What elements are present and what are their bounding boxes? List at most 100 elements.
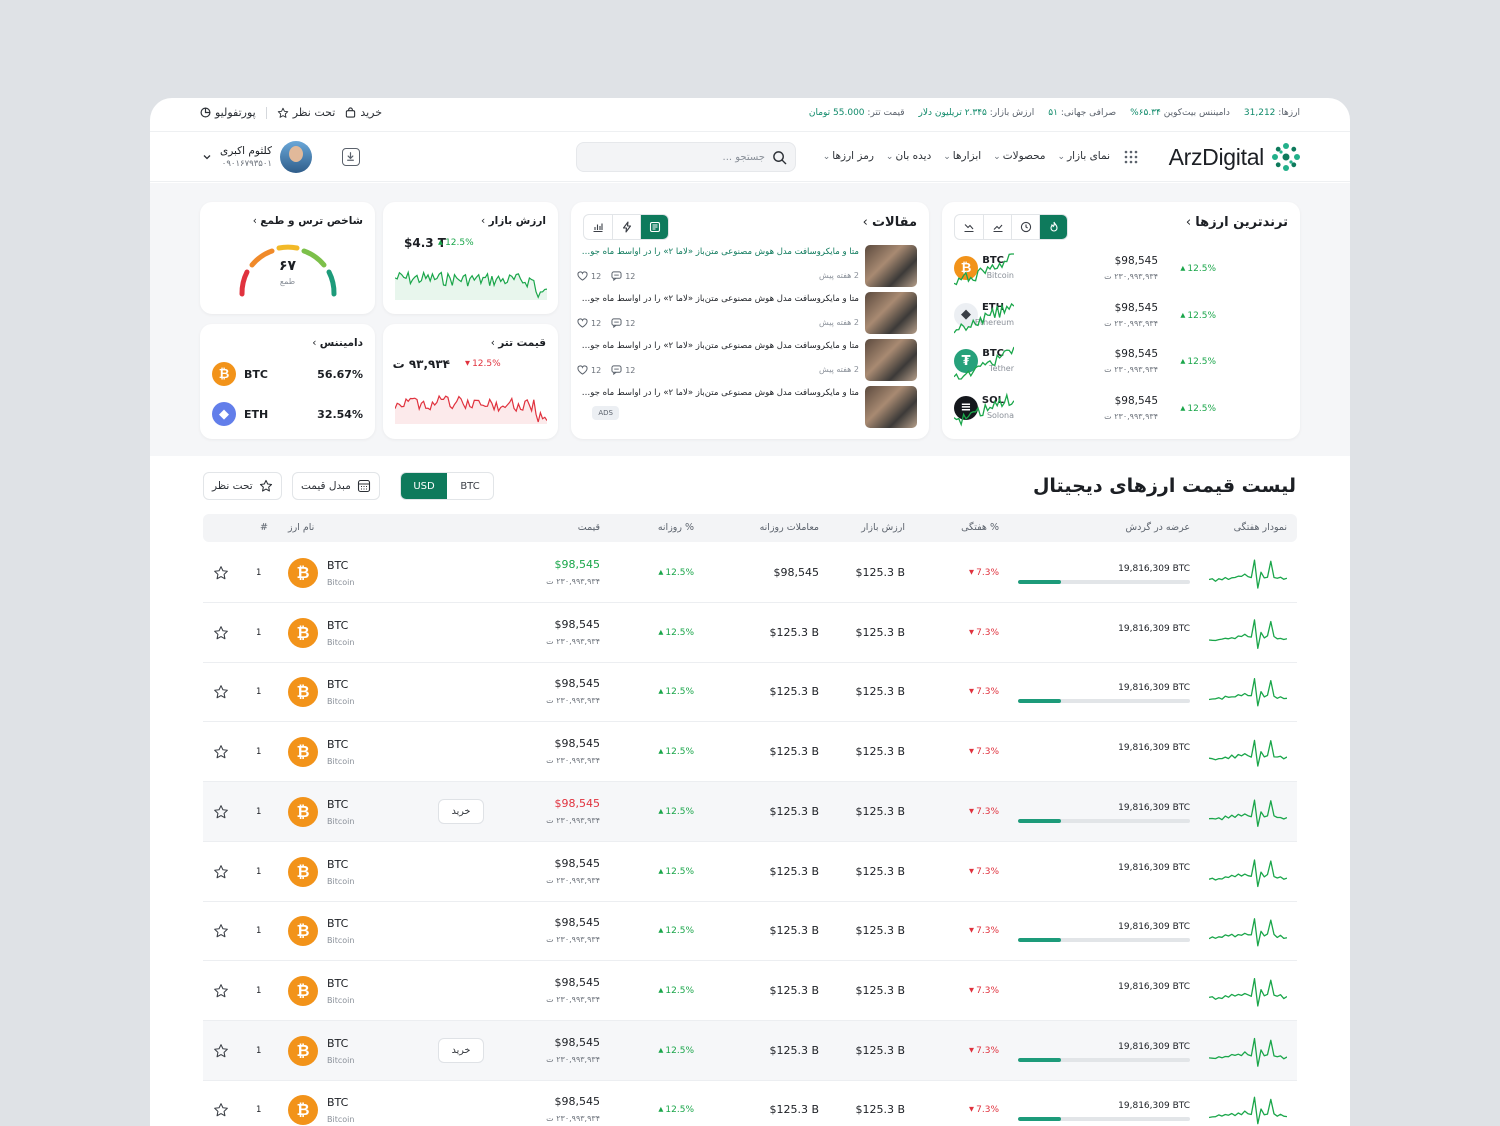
- col-day[interactable]: % روزانه: [658, 522, 694, 533]
- comment-button[interactable]: 12: [611, 271, 635, 281]
- trending-item[interactable]: ≡SOLSolona$98,545۲۳۰,۹۹۳,۹۳۴ ت12.5%: [942, 391, 1300, 438]
- watch-star-button[interactable]: [213, 684, 229, 704]
- article-item[interactable]: متا و مایکروسافت مدل هوش مصنوعی متن‌باز …: [577, 292, 917, 338]
- coin-symbol[interactable]: BTC: [327, 917, 348, 930]
- download-button[interactable]: [342, 148, 360, 166]
- table-row[interactable]: 1 ₿ BTC Bitcoin خرید $98,545 ۲۳۰,۹۹۳,۹۳۴ ت 12.5…: [203, 781, 1297, 842]
- watch-star-button[interactable]: [213, 864, 229, 884]
- market-cap: $125.3 B: [855, 566, 905, 579]
- table-row[interactable]: 1 ₿ BTC Bitcoin $98,545 ۲۳۰,۹۹۳,۹۳۴ ت 12.5% $12…: [203, 662, 1297, 723]
- tab-losers[interactable]: [955, 215, 983, 239]
- tether-price-title[interactable]: قیمت تتر: [491, 337, 546, 349]
- like-button[interactable]: 12: [577, 318, 601, 328]
- daily-volume: $125.3 B: [769, 1043, 819, 1057]
- col-name[interactable]: نام ارز: [288, 522, 314, 533]
- daily-change: 12.5%: [658, 1105, 694, 1115]
- trending-title[interactable]: ترندترین ارزها: [1186, 215, 1288, 230]
- tab-flash[interactable]: [612, 215, 640, 239]
- coin-symbol[interactable]: BTC: [327, 738, 348, 751]
- watch-star-button[interactable]: [213, 565, 229, 585]
- buy-link[interactable]: خرید: [345, 106, 382, 119]
- user-menu[interactable]: کلثوم اکبری ۰۹۰۱۶۷۹۳۵۰۱: [202, 141, 313, 173]
- article-item[interactable]: متا و مایکروسافت مدل هوش مصنوعی متن‌باز …: [577, 339, 917, 385]
- segment-usd[interactable]: USD: [401, 473, 447, 499]
- article-item[interactable]: متا و مایکروسافت مدل هوش مصنوعی متن‌باز …: [577, 386, 917, 432]
- watch-star-button[interactable]: [213, 923, 229, 943]
- nav-market-view[interactable]: نمای بازار: [1058, 150, 1110, 162]
- portfolio-link[interactable]: پورتفولیو: [200, 106, 256, 119]
- tab-hot[interactable]: [1039, 215, 1067, 239]
- price-converter-button[interactable]: مبدل قیمت: [292, 472, 380, 500]
- watch-star-button[interactable]: [213, 1102, 229, 1122]
- nav-watch[interactable]: دیده بان: [886, 150, 931, 162]
- stat-market-cap: ارزش بازار: ۲.۳۴۵ تریلیون دلار: [918, 108, 1035, 118]
- table-row[interactable]: 1 ₿ BTC Bitcoin $98,545 ۲۳۰,۹۹۳,۹۳۴ ت 12.5% $12…: [203, 722, 1297, 783]
- star-icon: [214, 745, 228, 759]
- coin-symbol[interactable]: BTC: [327, 858, 348, 871]
- comment-button[interactable]: 12: [611, 365, 635, 375]
- col-week[interactable]: % هفتگی: [961, 522, 999, 533]
- tab-analysis[interactable]: [584, 215, 612, 239]
- watchlist-link[interactable]: تحت نظر: [277, 106, 335, 119]
- trending-price: $98,545: [1114, 394, 1158, 407]
- trending-down-icon: [964, 224, 974, 233]
- watch-star-button[interactable]: [213, 804, 229, 824]
- logo[interactable]: ArzDigital: [1169, 141, 1302, 173]
- watchlist-button[interactable]: تحت نظر: [203, 472, 282, 500]
- nav-products[interactable]: محصولات: [993, 150, 1046, 162]
- table-row[interactable]: 1 ₿ BTC Bitcoin $98,545 ۲۳۰,۹۹۳,۹۳۴ ت 12.5% $12…: [203, 603, 1297, 663]
- segment-btc[interactable]: BTC: [447, 473, 493, 499]
- tether-price-amount: ۹۳,۹۳۴ ت: [392, 357, 450, 371]
- search-input[interactable]: جستجو ...: [576, 142, 796, 172]
- supply-progress-bar: [1018, 1117, 1190, 1122]
- col-price[interactable]: قیمت: [578, 522, 600, 533]
- buy-button[interactable]: خرید: [438, 798, 484, 824]
- coin-symbol[interactable]: BTC: [327, 798, 348, 811]
- daily-volume: $125.3 B: [769, 1103, 819, 1117]
- dominance-title[interactable]: دامیننس: [312, 337, 363, 349]
- tab-recent[interactable]: [1011, 215, 1039, 239]
- market-value-title[interactable]: ارزش بازار: [481, 215, 546, 227]
- comment-button[interactable]: 12: [611, 318, 635, 328]
- table-row[interactable]: 1 ₿ BTC Bitcoin $98,545 ۲۳۰,۹۹۳,۹۳۴ ت 12.5% $12…: [203, 961, 1297, 1021]
- weekly-change: 7.3%: [969, 867, 999, 877]
- table-row[interactable]: 1 ₿ BTC Bitcoin خرید $98,545 ۲۳۰,۹۹۳,۹۳۴ ت 12.5…: [203, 1020, 1297, 1081]
- articles-title[interactable]: مقالات: [863, 215, 917, 230]
- col-supply[interactable]: عرضه در گردش: [1125, 522, 1190, 533]
- table-row[interactable]: 1 ₿ BTC Bitcoin $98,545 ۲۳۰,۹۹۳,۹۳۴ ت 12.5% $12…: [203, 901, 1297, 962]
- col-mcap[interactable]: ارزش بازار: [861, 522, 905, 533]
- like-button[interactable]: 12: [577, 271, 601, 281]
- watch-star-button[interactable]: [213, 744, 229, 764]
- coin-symbol[interactable]: BTC: [327, 619, 348, 632]
- watch-star-button[interactable]: [213, 625, 229, 645]
- coin-symbol[interactable]: BTC: [327, 977, 348, 990]
- weekly-change: 7.3%: [969, 1105, 999, 1115]
- article-item[interactable]: متا و مایکروسافت مدل هوش مصنوعی متن‌باز …: [577, 245, 917, 291]
- coin-symbol[interactable]: BTC: [327, 1037, 348, 1050]
- col-spark[interactable]: نمودار هفتگی: [1234, 522, 1287, 533]
- buy-button[interactable]: خرید: [438, 1037, 484, 1063]
- tab-news[interactable]: [640, 215, 668, 239]
- table-row[interactable]: 1 ₿ BTC Bitcoin $98,545 ۲۳۰,۹۹۳,۹۳۴ ت 12.5% $12…: [203, 1080, 1297, 1126]
- coin-symbol[interactable]: BTC: [327, 559, 348, 572]
- trending-item[interactable]: ◆ETHEthereum$98,545۲۳۰,۹۹۳,۹۳۴ ت12.5%: [942, 299, 1300, 345]
- table-row[interactable]: 1 ₿ BTC Bitcoin $98,545 ۲۳۰,۹۹۳,۹۳۴ ت 12.5% $12…: [203, 842, 1297, 902]
- apps-grid-icon[interactable]: [1124, 150, 1138, 164]
- table-row[interactable]: 1 ₿ BTC Bitcoin $98,545 ۲۳۰,۹۹۳,۹۳۴ ت 12.5% $98…: [203, 543, 1297, 603]
- watch-star-button[interactable]: [213, 1043, 229, 1063]
- col-volume[interactable]: معاملات روزانه: [760, 522, 819, 533]
- coin-symbol[interactable]: BTC: [327, 1096, 348, 1109]
- app-window: ارزها: 31,212 دامیننس بیت‌کوین ۶۵.۳۴% صر…: [150, 98, 1350, 1126]
- nav-cryptos[interactable]: رمز ارزها: [823, 150, 874, 162]
- user-phone: ۰۹۰۱۶۷۹۳۵۰۱: [221, 159, 273, 169]
- tab-gainers[interactable]: [983, 215, 1011, 239]
- nav-tools[interactable]: ابزارها: [943, 150, 981, 162]
- article-actions: 12 12: [577, 365, 635, 375]
- trending-item[interactable]: ₮BTCTether$98,545۲۳۰,۹۹۳,۹۳۴ ت12.5%: [942, 345, 1300, 391]
- trending-item[interactable]: ₿BTCBitcoin$98,545۲۳۰,۹۹۳,۹۳۴ ت12.5%: [942, 252, 1300, 298]
- fear-greed-title[interactable]: شاخص ترس و طمع: [253, 215, 363, 227]
- rank: 1: [256, 747, 262, 758]
- like-button[interactable]: 12: [577, 365, 601, 375]
- coin-symbol[interactable]: BTC: [327, 678, 348, 691]
- watch-star-button[interactable]: [213, 983, 229, 1003]
